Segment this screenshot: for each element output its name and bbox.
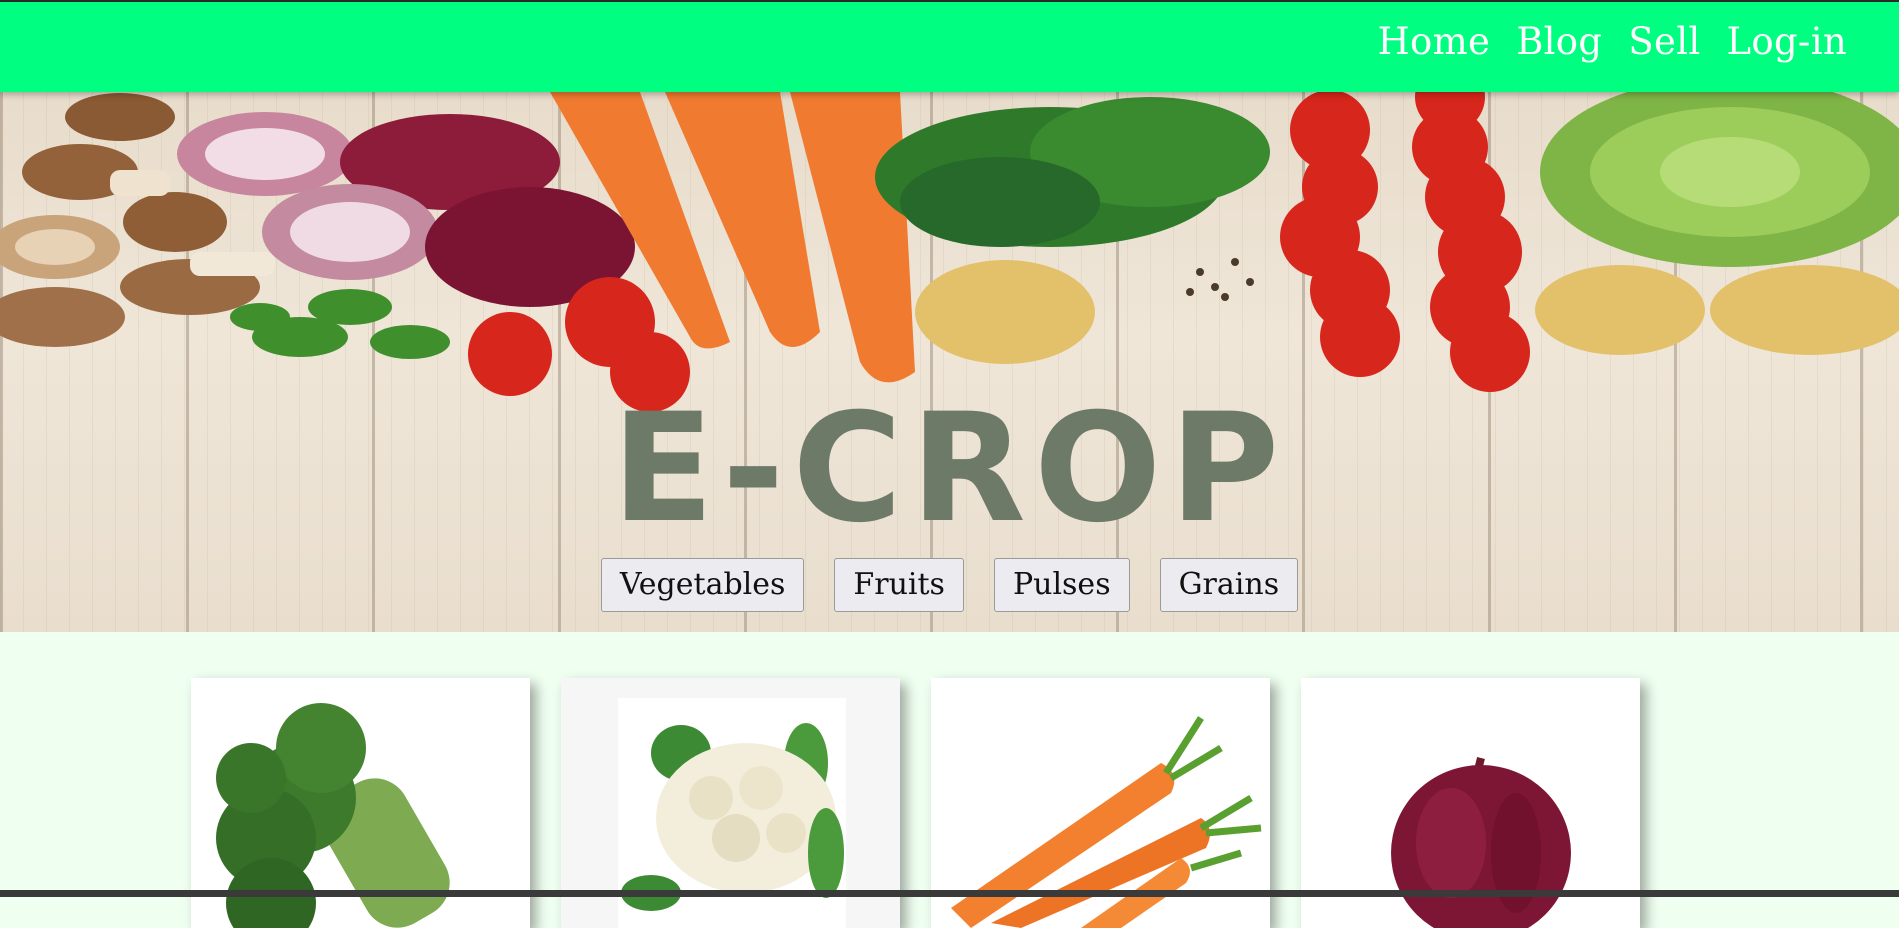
nav-sell-link[interactable]: Sell <box>1628 20 1700 63</box>
lentils <box>1186 258 1254 301</box>
basil-leaves <box>230 289 450 359</box>
nav-login-link[interactable]: Log-in <box>1727 20 1848 63</box>
nav-blog-link[interactable]: Blog <box>1516 20 1602 63</box>
main-nav: Home Blog Sell Log-in <box>1377 20 1847 63</box>
cabbage <box>1540 92 1899 267</box>
potatoes <box>915 260 1899 364</box>
top-navigation-bar: Home Blog Sell Log-in <box>0 0 1899 92</box>
nav-home-link[interactable]: Home <box>1377 20 1490 63</box>
category-vegetables-button[interactable]: Vegetables <box>600 558 805 612</box>
category-grains-button[interactable]: Grains <box>1159 558 1299 612</box>
hero-banner: E-CROP Vegetables Fruits Pulses Grains <box>0 92 1899 632</box>
hero-title: E-CROP <box>611 382 1288 556</box>
hero-broccoli <box>875 97 1270 247</box>
category-buttons: Vegetables Fruits Pulses Grains <box>0 558 1899 612</box>
category-fruits-button[interactable]: Fruits <box>834 558 964 612</box>
category-pulses-button[interactable]: Pulses <box>993 558 1130 612</box>
window-bottom-edge <box>0 890 1899 897</box>
